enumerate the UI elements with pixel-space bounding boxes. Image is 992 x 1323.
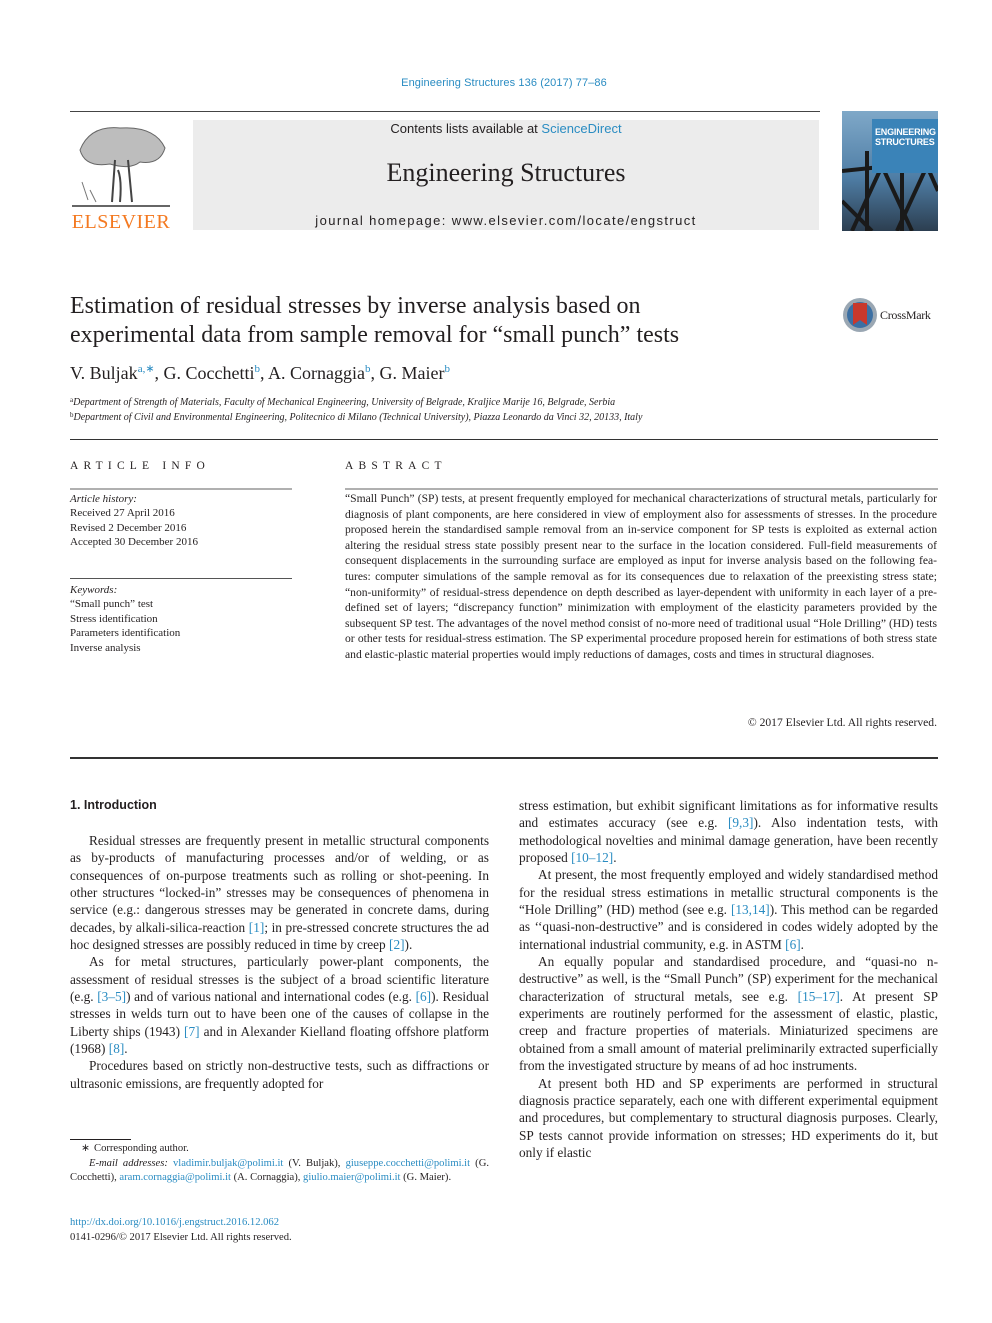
article-info-rule bbox=[70, 488, 292, 490]
issn-copyright: 0141-0296/© 2017 Elsevier Ltd. All right… bbox=[70, 1231, 292, 1243]
paragraph: As for metal structures, particularly po… bbox=[70, 953, 489, 1057]
article-title-line1: Estimation of residual stresses by inver… bbox=[70, 293, 641, 319]
author[interactable]: G. Cocchettib bbox=[164, 363, 260, 383]
history-label: Article history: bbox=[70, 493, 137, 505]
email-link[interactable]: giulio.maier@polimi.it bbox=[303, 1172, 400, 1183]
affiliation: aDepartment of Strength of Materials, Fa… bbox=[70, 396, 616, 408]
paragraph: stress estimation, but exhibit significa… bbox=[519, 797, 938, 866]
abstract-heading: ABSTRACT bbox=[345, 460, 447, 472]
citation-link[interactable]: [3–5] bbox=[97, 989, 126, 1004]
journal-homepage[interactable]: journal homepage: www.elsevier.com/locat… bbox=[193, 213, 819, 228]
elsevier-tree-icon bbox=[72, 127, 170, 207]
citation-link[interactable]: [8] bbox=[109, 1041, 125, 1056]
corresponding-author-note: ∗ Corresponding author. bbox=[81, 1143, 189, 1154]
crossmark-button[interactable]: CrossMark bbox=[842, 297, 942, 335]
article-title-line2: experimental data from sample removal fo… bbox=[70, 322, 680, 348]
paragraph: An equally popular and standardised proc… bbox=[519, 953, 938, 1074]
keywords: Keywords: “Small punch” test Stress iden… bbox=[70, 583, 292, 655]
paragraph: Residual stresses are frequently present… bbox=[70, 832, 489, 953]
email-link[interactable]: aram.cornaggia@polimi.it bbox=[119, 1172, 231, 1183]
email-link[interactable]: giuseppe.cocchetti@po­limi.it bbox=[346, 1158, 471, 1169]
author-list: V. Buljaka,∗, G. Cocchettib, A. Cornaggi… bbox=[70, 363, 451, 383]
history-received: Received 27 April 2016 bbox=[70, 507, 175, 520]
author[interactable]: G. Maierb bbox=[380, 363, 450, 383]
keyword: Stress identification bbox=[70, 612, 158, 625]
article-title: Estimation of residual stresses by inver… bbox=[70, 292, 810, 350]
citation-link[interactable]: [1] bbox=[249, 920, 265, 935]
paragraph: At present both HD and SP experiments ar… bbox=[519, 1075, 938, 1162]
doi-link[interactable]: http://dx.doi.org/10.1016/j.engstruct.20… bbox=[70, 1216, 292, 1231]
cover-title: ENGINEERING STRUCTURES bbox=[875, 127, 936, 147]
affiliation: bDepartment of Civil and Environmental E… bbox=[70, 411, 643, 423]
abstract-copyright: © 2017 Elsevier Ltd. All rights reserved… bbox=[747, 716, 937, 729]
paragraph: At present, the most frequently employed… bbox=[519, 866, 938, 953]
abstract-rule bbox=[345, 488, 938, 490]
paragraph-text: . bbox=[124, 1041, 128, 1057]
body-column-right: stress estimation, but exhibit significa… bbox=[519, 797, 938, 1161]
author[interactable]: A. Cornaggiab bbox=[268, 363, 370, 383]
abstract-bottom-rule bbox=[70, 757, 938, 759]
journal-name: Engineering Structures bbox=[386, 158, 626, 187]
citation-link[interactable]: [6] bbox=[785, 937, 801, 952]
journal-citation-link[interactable]: Engineering Structures 136 (2017) 77–86 bbox=[0, 77, 992, 89]
sciencedirect-link[interactable]: ScienceDirect bbox=[541, 121, 621, 136]
paragraph-text: At present both HD and SP experiments ar… bbox=[519, 1075, 938, 1160]
section-divider bbox=[70, 439, 938, 440]
elsevier-wordmark: ELSEVIER bbox=[71, 211, 171, 233]
paragraph-text: Procedures based on strictly non-destruc… bbox=[70, 1058, 489, 1091]
citation-link[interactable]: [9,3] bbox=[728, 815, 753, 830]
citation-link[interactable]: [7] bbox=[184, 1024, 200, 1039]
body-column-left: Residual stresses are frequently present… bbox=[70, 832, 489, 1092]
citation-link[interactable]: [10–12] bbox=[571, 850, 613, 865]
keywords-rule bbox=[70, 578, 292, 579]
doi-block: http://dx.doi.org/10.1016/j.engstruct.20… bbox=[70, 1216, 292, 1245]
journal-cover-image[interactable]: ENGINEERING STRUCTURES bbox=[842, 111, 938, 231]
paragraph-text: ). bbox=[404, 937, 413, 953]
citation-link[interactable]: [15–17] bbox=[798, 989, 840, 1004]
keywords-label: Keywords: bbox=[70, 584, 118, 596]
paragraph-text: . bbox=[800, 936, 804, 952]
abstract-text: “Small Punch” (SP) tests, at present fre… bbox=[345, 492, 937, 661]
header-rule bbox=[70, 111, 820, 112]
journal-masthead: Contents lists available at ScienceDirec… bbox=[193, 120, 819, 230]
contents-prefix: Contents lists available at bbox=[390, 121, 542, 136]
email-addresses: E-mail addresses: vladimir.buljak@polimi… bbox=[70, 1157, 489, 1184]
crossmark-label: CrossMark bbox=[880, 308, 931, 322]
history-revised: Revised 2 December 2016 bbox=[70, 521, 187, 534]
citation-link[interactable]: [2] bbox=[389, 937, 405, 952]
article-history: Article history: Received 27 April 2016 … bbox=[70, 492, 292, 550]
paragraph: Procedures based on strictly non-destruc… bbox=[70, 1057, 489, 1092]
section-heading-introduction: 1. Introduction bbox=[70, 798, 157, 812]
history-accepted: Accepted 30 December 2016 bbox=[70, 536, 198, 549]
cover-title-line2: STRUCTURES bbox=[875, 137, 935, 147]
footnote-rule bbox=[70, 1139, 131, 1140]
keyword: Inverse analysis bbox=[70, 641, 141, 654]
paragraph-text: ) and of various national and internatio… bbox=[126, 989, 416, 1005]
citation-link[interactable]: [6] bbox=[416, 989, 432, 1004]
keyword: “Small punch” test bbox=[70, 598, 154, 611]
author[interactable]: V. Buljaka,∗ bbox=[70, 363, 155, 383]
citation-link[interactable]: [13,14] bbox=[731, 902, 770, 917]
article-info-heading: ARTICLE INFO bbox=[70, 460, 210, 472]
keyword: Parameters identification bbox=[70, 627, 181, 640]
email-link[interactable]: vladimir.buljak@polimi.it bbox=[173, 1158, 283, 1169]
crossmark-icon bbox=[843, 298, 877, 332]
contents-line: Contents lists available at ScienceDirec… bbox=[193, 121, 819, 136]
footnote: ∗ Corresponding author. E-mail addresses:… bbox=[70, 1142, 489, 1186]
paragraph-text: . bbox=[613, 850, 617, 866]
cover-title-line1: ENGINEERING bbox=[875, 127, 936, 137]
elsevier-logo[interactable]: ELSEVIER bbox=[70, 120, 172, 232]
cover-title-box: ENGINEERING STRUCTURES bbox=[872, 119, 938, 173]
